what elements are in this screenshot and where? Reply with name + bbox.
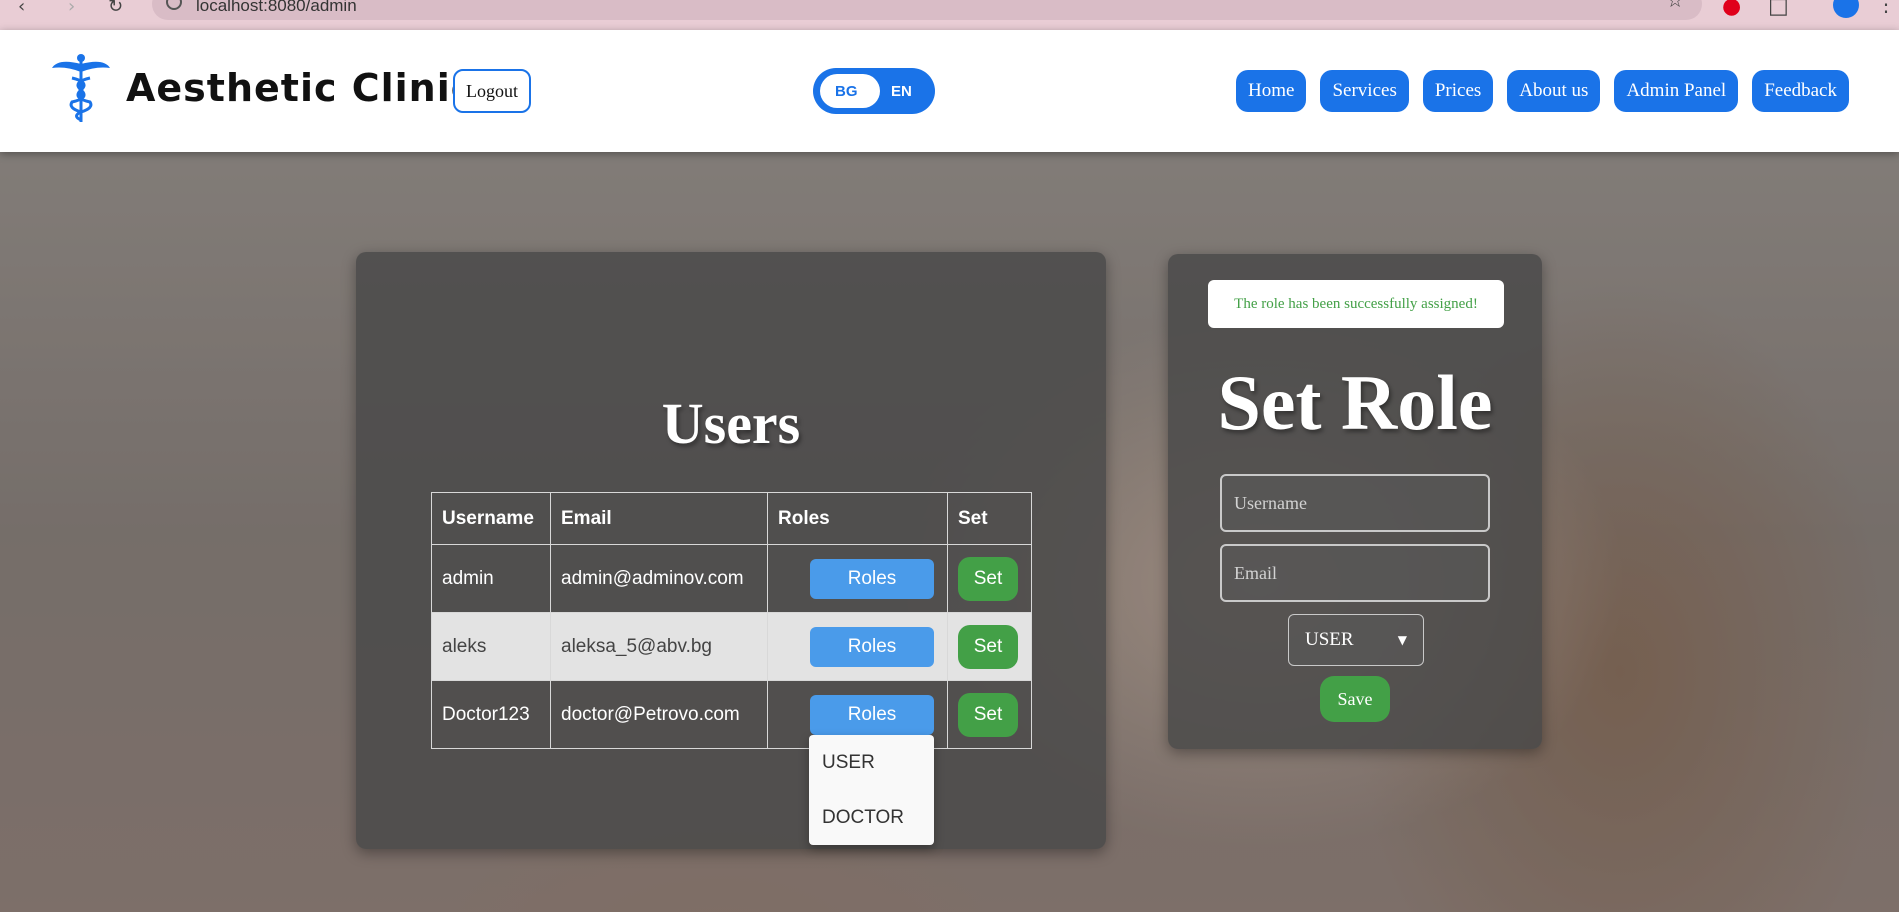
- success-alert: The role has been successfully assigned!: [1208, 280, 1504, 328]
- users-title: Users: [661, 391, 801, 456]
- logout-button[interactable]: Logout: [453, 69, 531, 113]
- cell-username: admin: [431, 544, 551, 613]
- bookmark-star-icon[interactable]: ☆: [1666, 0, 1684, 12]
- reload-icon[interactable]: ↻: [108, 0, 123, 17]
- nav-about-us[interactable]: About us: [1507, 70, 1601, 112]
- set-button[interactable]: Set: [958, 692, 1018, 737]
- cell-set: Set: [947, 680, 1032, 749]
- browser-toolbar: ‹ › ↻ localhost:8080/admin ☆ ● □ ⋮: [0, 0, 1899, 30]
- set-button[interactable]: Set: [958, 556, 1018, 601]
- language-option-en[interactable]: EN: [891, 83, 912, 100]
- language-option-bg[interactable]: BG: [835, 83, 858, 100]
- column-header-roles: Roles: [767, 492, 948, 545]
- roles-button[interactable]: Roles: [810, 626, 934, 667]
- roles-option-user[interactable]: USER: [822, 752, 875, 774]
- site-info-icon[interactable]: [166, 0, 182, 10]
- roles-option-doctor[interactable]: DOCTOR: [822, 807, 904, 829]
- cell-roles: Roles: [767, 612, 948, 681]
- cell-email: doctor@Petrovo.com: [550, 680, 768, 749]
- column-header-username: Username: [431, 492, 551, 545]
- table-row: Doctor123 doctor@Petrovo.com Roles Set: [431, 680, 1032, 749]
- address-text[interactable]: localhost:8080/admin: [196, 0, 357, 16]
- roles-button[interactable]: Roles: [810, 558, 934, 599]
- users-table: Username Email Roles Set admin admin@adm…: [431, 492, 1032, 749]
- site-header: Aesthetic Clinic Logout BG EN Home Servi…: [0, 30, 1899, 152]
- chevron-down-icon: ▼: [1397, 633, 1407, 647]
- users-panel: Users Username Email Roles Set admin adm…: [356, 252, 1106, 849]
- kebab-menu-icon[interactable]: ⋮: [1876, 0, 1896, 16]
- language-toggle[interactable]: BG EN: [813, 68, 935, 114]
- set-button[interactable]: Set: [958, 624, 1018, 669]
- opera-icon[interactable]: ●: [1722, 0, 1741, 19]
- main-nav: Home Services Prices About us Admin Pane…: [1236, 70, 1849, 112]
- cell-roles: Roles: [767, 544, 948, 613]
- nav-prices[interactable]: Prices: [1422, 70, 1494, 112]
- save-button[interactable]: Save: [1320, 676, 1390, 722]
- extensions-icon[interactable]: □: [1768, 0, 1789, 19]
- role-select[interactable]: USER ▼: [1288, 614, 1424, 666]
- cell-email: admin@adminov.com: [550, 544, 768, 613]
- back-icon[interactable]: ‹: [18, 0, 25, 17]
- nav-home[interactable]: Home: [1236, 70, 1307, 112]
- caduceus-logo-icon: [52, 54, 110, 122]
- username-input[interactable]: [1220, 474, 1490, 532]
- roles-button[interactable]: Roles: [810, 694, 934, 735]
- column-header-set: Set: [947, 492, 1032, 545]
- email-input[interactable]: [1220, 544, 1490, 602]
- cell-username: Doctor123: [431, 680, 551, 749]
- cell-set: Set: [947, 544, 1032, 613]
- role-select-value: USER: [1305, 629, 1354, 650]
- table-row: admin admin@adminov.com Roles Set: [431, 544, 1032, 613]
- roles-dropdown-menu: USER DOCTOR: [809, 735, 934, 845]
- nav-admin-panel[interactable]: Admin Panel: [1614, 70, 1739, 112]
- cell-email: aleksa_5@abv.bg: [550, 612, 768, 681]
- set-role-panel: The role has been successfully assigned!…: [1168, 254, 1542, 749]
- cell-set: Set: [947, 612, 1032, 681]
- nav-services[interactable]: Services: [1320, 70, 1409, 112]
- forward-icon[interactable]: ›: [68, 0, 75, 17]
- address-bar[interactable]: localhost:8080/admin ☆: [152, 0, 1702, 20]
- table-row: aleks aleksa_5@abv.bg Roles Set: [431, 612, 1032, 681]
- cell-username: aleks: [431, 612, 551, 681]
- nav-feedback[interactable]: Feedback: [1752, 70, 1849, 112]
- profile-avatar-icon[interactable]: [1833, 0, 1859, 18]
- brand-title[interactable]: Aesthetic Clinic: [126, 66, 474, 110]
- column-header-email: Email: [550, 492, 768, 545]
- set-role-title: Set Role: [1217, 359, 1493, 446]
- table-header-row: Username Email Roles Set: [431, 492, 1032, 545]
